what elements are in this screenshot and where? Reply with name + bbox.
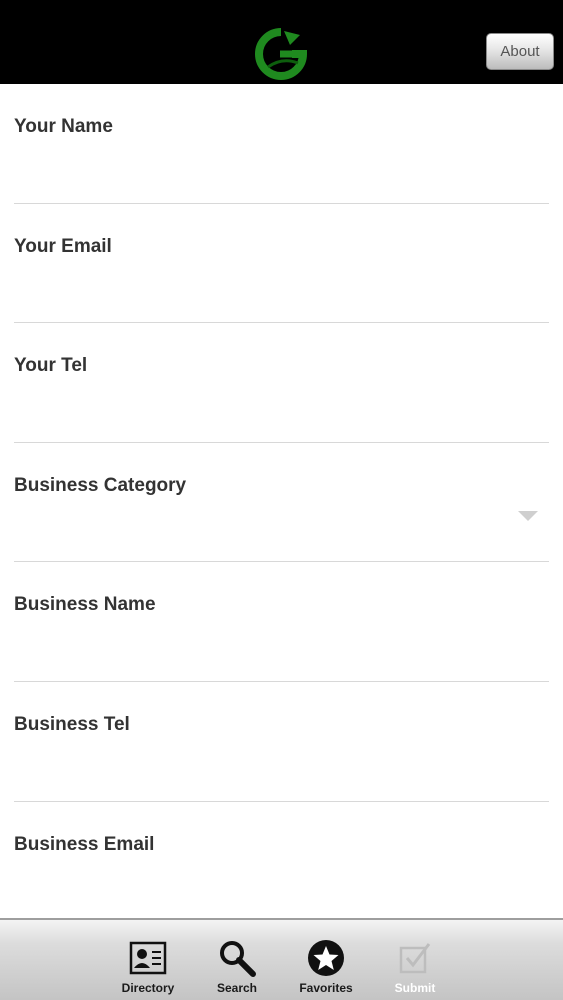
field-label: Business Category	[14, 474, 187, 496]
tab-label: Favorites	[299, 981, 353, 995]
business-name-field: Business Name	[14, 562, 549, 682]
business-email-field: Business Email	[14, 802, 549, 922]
field-label: Your Tel	[14, 355, 88, 377]
field-label: Your Name	[14, 116, 113, 137]
field-label: Business Email	[14, 833, 155, 855]
business-name-input[interactable]	[14, 626, 549, 679]
tab-favorites[interactable]: Favorites	[286, 920, 366, 1000]
business-category-select[interactable]	[14, 507, 549, 559]
your-name-input[interactable]	[14, 148, 549, 200]
tab-search[interactable]: Search	[197, 920, 277, 1000]
your-name-field: Your Name	[14, 84, 549, 204]
tab-label: Search	[216, 981, 258, 995]
tab-submit[interactable]: Submit	[375, 920, 455, 1000]
search-icon	[220, 941, 256, 977]
top-bar: About	[0, 0, 563, 84]
field-label: Business Name	[14, 594, 156, 616]
app-logo	[255, 28, 308, 80]
checkbox-icon	[399, 943, 431, 974]
star-icon	[308, 940, 344, 976]
field-label: Your Email	[14, 235, 112, 257]
business-category-field: Business Category	[14, 443, 549, 563]
tab-directory[interactable]: Directory	[108, 920, 188, 1000]
your-email-field: Your Email	[14, 204, 549, 324]
tab-label: Directory	[121, 981, 175, 995]
about-button[interactable]: About	[486, 33, 554, 70]
your-tel-input[interactable]	[14, 387, 549, 440]
chevron-down-icon[interactable]	[518, 510, 538, 521]
field-label: Business Tel	[14, 713, 130, 735]
submit-form: Your Name Your Email Your Tel Business C…	[0, 84, 563, 922]
contact-card-icon	[129, 941, 167, 975]
business-tel-field: Business Tel	[14, 682, 549, 802]
business-email-input[interactable]	[14, 865, 549, 918]
your-email-input[interactable]	[14, 267, 549, 320]
tab-label: Submit	[394, 981, 436, 995]
business-tel-input[interactable]	[14, 745, 549, 798]
your-tel-field: Your Tel	[14, 323, 549, 443]
tab-bar: Directory Search Favorites Submit	[0, 918, 563, 1000]
